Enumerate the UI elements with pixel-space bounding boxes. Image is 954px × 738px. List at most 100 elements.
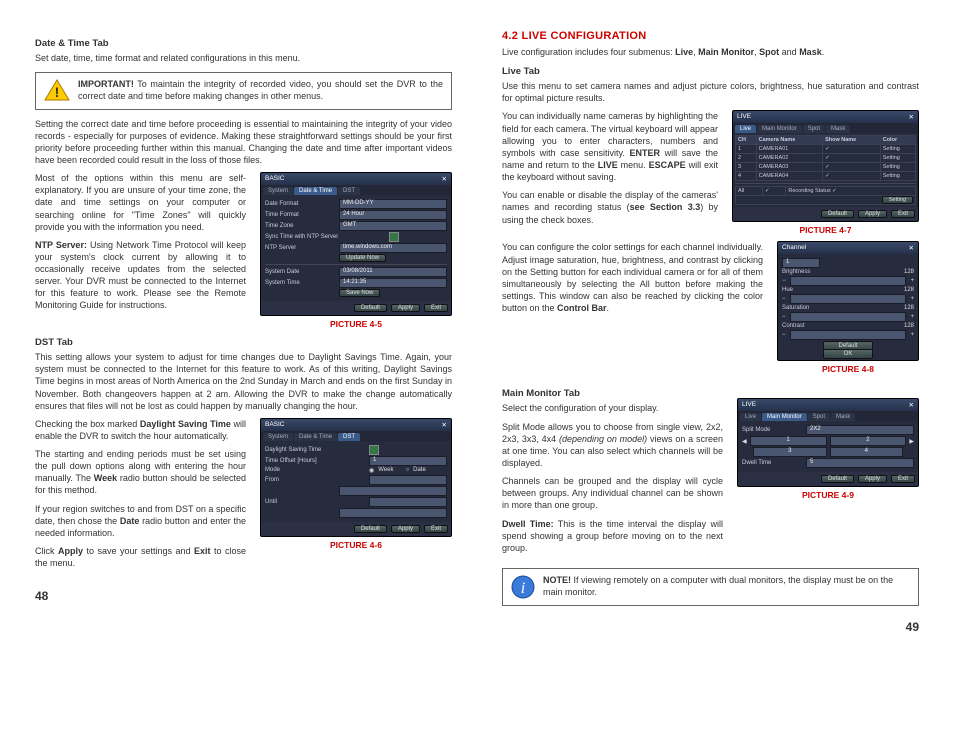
close-icon[interactable]: ✕ [909, 401, 914, 409]
until-field-2[interactable] [339, 508, 447, 518]
show-name-checkbox[interactable]: ✓ [823, 163, 881, 172]
recording-status-checkbox[interactable]: Recording Status ✓ [786, 187, 916, 196]
default-button[interactable]: Default [354, 304, 387, 312]
all-setting-button[interactable]: Setting [882, 196, 913, 204]
brightness-slider[interactable] [790, 276, 907, 286]
minus-icon[interactable]: − [782, 278, 786, 284]
prev-icon[interactable]: ◀ [742, 438, 747, 445]
ss45-tab-system[interactable]: System [263, 187, 293, 195]
most-options-paragraph: Most of the options within this menu are… [35, 172, 246, 233]
minus-icon[interactable]: − [782, 332, 786, 338]
setting-button[interactable]: Setting [880, 145, 915, 154]
ss46-tab-dst[interactable]: DST [338, 433, 360, 441]
mm-paragraph-1: Select the configuration of your display… [502, 402, 723, 414]
default-button[interactable]: Default [821, 475, 854, 483]
camera-name-field[interactable]: CAMERA04 [756, 172, 822, 181]
setting-button[interactable]: Setting [880, 154, 915, 163]
show-name-checkbox[interactable]: ✓ [823, 172, 881, 181]
ss49-tab-live[interactable]: Live [740, 413, 761, 421]
update-now-button[interactable]: Update Now [339, 254, 386, 262]
saturation-slider[interactable] [790, 312, 907, 322]
ch-field[interactable]: 4 [830, 447, 904, 457]
dst-checkbox[interactable] [369, 445, 379, 455]
dst-tab-heading: DST Tab [35, 337, 452, 348]
split-mode-field[interactable]: 2X2 [806, 425, 914, 435]
dwell-time-field[interactable]: 5 [806, 458, 914, 468]
from-field[interactable] [369, 475, 447, 485]
ss46-tab-datetime[interactable]: Date & Time [294, 433, 337, 441]
default-button[interactable]: Default [821, 210, 854, 218]
th-name: Camera Name [756, 136, 822, 145]
ss47-tab-mask[interactable]: Mask [826, 125, 850, 133]
saturation-value: 128 [841, 305, 914, 311]
until-field[interactable] [369, 497, 447, 507]
ss47-tab-live[interactable]: Live [735, 125, 756, 133]
ss49-tab-spot[interactable]: Spot [808, 413, 830, 421]
camera-name-field[interactable]: CAMERA03 [756, 163, 822, 172]
ss49-tab-mask[interactable]: Mask [831, 413, 855, 421]
show-name-checkbox[interactable]: ✓ [823, 154, 881, 163]
ss47-tab-main[interactable]: Main Monitor [757, 125, 802, 133]
apply-button[interactable]: Apply [858, 475, 887, 483]
picture-4-5: BASIC✕ System Date & Time DST Date Forma… [260, 172, 452, 316]
system-time-field[interactable]: 14:21:35 [339, 278, 447, 288]
ch-field[interactable]: 2 [830, 436, 907, 446]
apply-button[interactable]: Apply [391, 304, 420, 312]
date-format-field[interactable]: MM-DD-YY [339, 199, 447, 209]
next-icon[interactable]: ▶ [909, 438, 914, 445]
close-icon[interactable]: ✕ [909, 113, 914, 121]
exit-button[interactable]: Exit [891, 210, 915, 218]
time-format-field[interactable]: 24 Hour [339, 210, 447, 220]
ntp-paragraph: NTP Server: Using Network Time Protocol … [35, 239, 246, 312]
apply-button[interactable]: Apply [391, 525, 420, 533]
ss-label: NTP Server [265, 245, 335, 251]
contrast-slider[interactable] [790, 330, 907, 340]
ch-field[interactable]: 3 [753, 447, 827, 457]
ch-field[interactable]: 1 [750, 436, 827, 446]
plus-icon[interactable]: + [910, 314, 914, 320]
ss46-tab-system[interactable]: System [263, 433, 293, 441]
close-icon[interactable]: ✕ [442, 175, 447, 183]
show-name-checkbox[interactable]: ✓ [823, 145, 881, 154]
camera-name-field[interactable]: CAMERA02 [756, 154, 822, 163]
apply-button[interactable]: Apply [858, 210, 887, 218]
setting-button[interactable]: Setting [880, 163, 915, 172]
hue-slider[interactable] [790, 294, 907, 304]
plus-icon[interactable]: + [910, 332, 914, 338]
contrast-value: 128 [841, 323, 914, 329]
system-date-field[interactable]: 03/08/2011 [339, 267, 447, 277]
ntp-checkbox[interactable] [389, 232, 399, 242]
date-radio[interactable]: ○ [405, 467, 409, 473]
live-paragraph-3: You can enable or disable the display of… [502, 189, 718, 225]
time-zone-field[interactable]: GMT [339, 221, 447, 231]
ok-button[interactable]: OK [823, 349, 874, 359]
exit-button[interactable]: Exit [891, 475, 915, 483]
all-checkbox[interactable]: ✓ [763, 187, 786, 196]
exit-button[interactable]: Exit [424, 304, 448, 312]
camera-name-field[interactable]: CAMERA01 [756, 145, 822, 154]
plus-icon[interactable]: + [910, 278, 914, 284]
picture-4-9: LIVE✕ Live Main Monitor Spot Mask Split … [737, 398, 919, 487]
default-button[interactable]: Default [354, 525, 387, 533]
from-field-2[interactable] [339, 486, 447, 496]
important-label: IMPORTANT! [78, 79, 134, 89]
plus-icon[interactable]: + [910, 296, 914, 302]
week-radio[interactable]: ◉ [369, 467, 374, 474]
ss49-tab-main[interactable]: Main Monitor [762, 413, 807, 421]
ss45-title: BASIC [265, 175, 285, 183]
ss47-tab-spot[interactable]: Spot [803, 125, 825, 133]
minus-icon[interactable]: − [782, 314, 786, 320]
ntp-server-field[interactable]: time.windows.com [339, 243, 447, 253]
save-now-button[interactable]: Save Now [339, 289, 380, 297]
contrast-label: Contrast [782, 323, 837, 329]
channel-field[interactable]: 1 [782, 258, 820, 268]
close-icon[interactable]: ✕ [442, 421, 447, 429]
minus-icon[interactable]: − [782, 296, 786, 302]
info-icon: i [511, 575, 535, 599]
offset-field[interactable]: 1 [369, 456, 447, 466]
close-icon[interactable]: ✕ [909, 244, 914, 252]
exit-button[interactable]: Exit [424, 525, 448, 533]
ss45-tab-dst[interactable]: DST [338, 187, 360, 195]
ss45-tab-datetime[interactable]: Date & Time [294, 187, 337, 195]
setting-button[interactable]: Setting [880, 172, 915, 181]
